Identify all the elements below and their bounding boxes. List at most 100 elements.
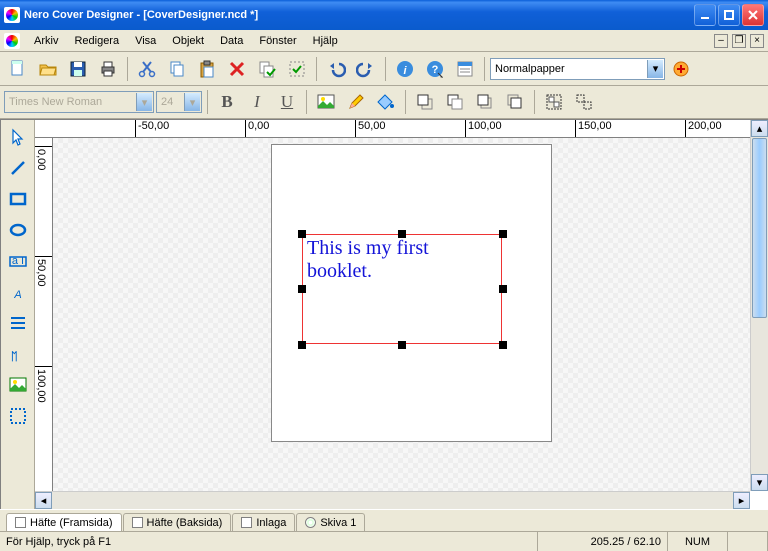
handle-nw[interactable] [298, 230, 306, 238]
undo-button[interactable] [322, 55, 350, 83]
chevron-down-icon: ▾ [136, 93, 152, 111]
mdi-restore-button[interactable]: ❐ [732, 34, 746, 48]
text-box-content: This is my first booklet. [303, 235, 501, 285]
ungroup-button[interactable] [570, 88, 598, 116]
menu-file[interactable]: Arkiv [26, 33, 66, 49]
handle-se[interactable] [499, 341, 507, 349]
bold-button[interactable]: B [213, 88, 241, 116]
bring-forward-button[interactable] [471, 88, 499, 116]
menu-data[interactable]: Data [212, 33, 251, 49]
ellipse-tool[interactable] [5, 217, 31, 243]
work-area: a I A ᛖ -50,00 0,00 50,00 100,00 150,00 … [0, 119, 768, 509]
help-button[interactable]: ? [421, 55, 449, 83]
fill-button[interactable] [372, 88, 400, 116]
font-combo[interactable]: Times New Roman ▾ [4, 91, 154, 113]
pointer-tool[interactable] [5, 124, 31, 150]
print-button[interactable] [94, 55, 122, 83]
handle-ne[interactable] [499, 230, 507, 238]
format-toolbar: Times New Roman ▾ 24 ▾ B I U [0, 86, 768, 119]
mdi-minimize-button[interactable]: – [714, 34, 728, 48]
svg-text:a I: a I [11, 255, 23, 267]
horizontal-scrollbar[interactable]: ◂ ▸ [35, 491, 750, 509]
window-title: Nero Cover Designer - [CoverDesigner.ncd… [24, 9, 258, 21]
textbox-tool[interactable]: a I [5, 248, 31, 274]
field-tool[interactable]: ᛖ [5, 341, 31, 367]
tool-palette: a I A ᛖ [1, 120, 35, 509]
size-combo[interactable]: 24 ▾ [156, 91, 202, 113]
tab-disc[interactable]: Skiva 1 [296, 513, 365, 531]
tracklist-tool[interactable] [5, 310, 31, 336]
handle-sw[interactable] [298, 341, 306, 349]
scroll-up-button[interactable]: ▴ [751, 120, 768, 137]
canvas[interactable]: This is my first booklet. [53, 138, 750, 491]
info-button[interactable]: i [391, 55, 419, 83]
status-help: För Hjälp, tryck på F1 [0, 532, 538, 551]
bring-front-button[interactable] [411, 88, 439, 116]
paper-combo[interactable]: Normalpapper ▾ [490, 58, 665, 80]
pencil-button[interactable] [342, 88, 370, 116]
booklet-icon [132, 517, 143, 528]
scroll-right-button[interactable]: ▸ [733, 492, 750, 509]
menu-view[interactable]: Visa [127, 33, 164, 49]
ruler-horizontal: -50,00 0,00 50,00 100,00 150,00 200,00 [35, 120, 750, 138]
send-backward-button[interactable] [501, 88, 529, 116]
font-combo-value: Times New Roman [9, 96, 102, 108]
tab-inlay[interactable]: Inlaga [232, 513, 295, 531]
close-button[interactable] [742, 4, 764, 26]
new-button[interactable] [4, 55, 32, 83]
tab-front[interactable]: Häfte (Framsida) [6, 513, 122, 531]
maximize-button[interactable] [718, 4, 740, 26]
inlay-icon [241, 517, 252, 528]
send-back-button[interactable] [441, 88, 469, 116]
add-paper-button[interactable] [667, 55, 695, 83]
artistic-text-tool[interactable]: A [5, 279, 31, 305]
rectangle-tool[interactable] [5, 186, 31, 212]
delete-button[interactable] [223, 55, 251, 83]
doc-icon [4, 33, 20, 49]
save-button[interactable] [64, 55, 92, 83]
titlebar: Nero Cover Designer - [CoverDesigner.ncd… [0, 0, 768, 30]
line-tool[interactable] [5, 155, 31, 181]
handle-n[interactable] [398, 230, 406, 238]
handle-w[interactable] [298, 285, 306, 293]
vertical-scrollbar[interactable]: ▴ ▾ [750, 120, 768, 491]
copy-button[interactable] [163, 55, 191, 83]
menu-object[interactable]: Objekt [164, 33, 212, 49]
grid-tool[interactable] [5, 403, 31, 429]
duplicate-button[interactable] [253, 55, 281, 83]
handle-s[interactable] [398, 341, 406, 349]
handle-e[interactable] [499, 285, 507, 293]
select-all-button[interactable] [283, 55, 311, 83]
group-button[interactable] [540, 88, 568, 116]
image-tool[interactable] [5, 372, 31, 398]
ruler-vertical: 0,00 50,00 100,00 [35, 138, 53, 491]
scroll-down-button[interactable]: ▾ [751, 474, 768, 491]
properties-button[interactable] [451, 55, 479, 83]
insert-image-button[interactable] [312, 88, 340, 116]
mdi-close-button[interactable]: × [750, 34, 764, 48]
app-icon [4, 7, 20, 23]
underline-button[interactable]: U [273, 88, 301, 116]
booklet-icon [15, 517, 26, 528]
menubar: Arkiv Redigera Visa Objekt Data Fönster … [0, 30, 768, 52]
menu-window[interactable]: Fönster [251, 33, 304, 49]
status-num: NUM [668, 532, 728, 551]
page[interactable]: This is my first booklet. [271, 144, 552, 442]
paste-button[interactable] [193, 55, 221, 83]
tab-back[interactable]: Häfte (Baksida) [123, 513, 232, 531]
cut-button[interactable] [133, 55, 161, 83]
text-box[interactable]: This is my first booklet. [302, 234, 502, 344]
open-button[interactable] [34, 55, 62, 83]
paper-combo-value: Normalpapper [495, 63, 565, 75]
chevron-down-icon: ▾ [647, 60, 663, 78]
svg-text:?: ? [432, 64, 439, 76]
redo-button[interactable] [352, 55, 380, 83]
svg-text:ᛖ: ᛖ [11, 351, 18, 363]
minimize-button[interactable] [694, 4, 716, 26]
italic-button[interactable]: I [243, 88, 271, 116]
scroll-left-button[interactable]: ◂ [35, 492, 52, 509]
menu-edit[interactable]: Redigera [66, 33, 127, 49]
scroll-thumb[interactable] [752, 138, 767, 318]
menu-help[interactable]: Hjälp [305, 33, 346, 49]
status-pad [728, 532, 768, 551]
